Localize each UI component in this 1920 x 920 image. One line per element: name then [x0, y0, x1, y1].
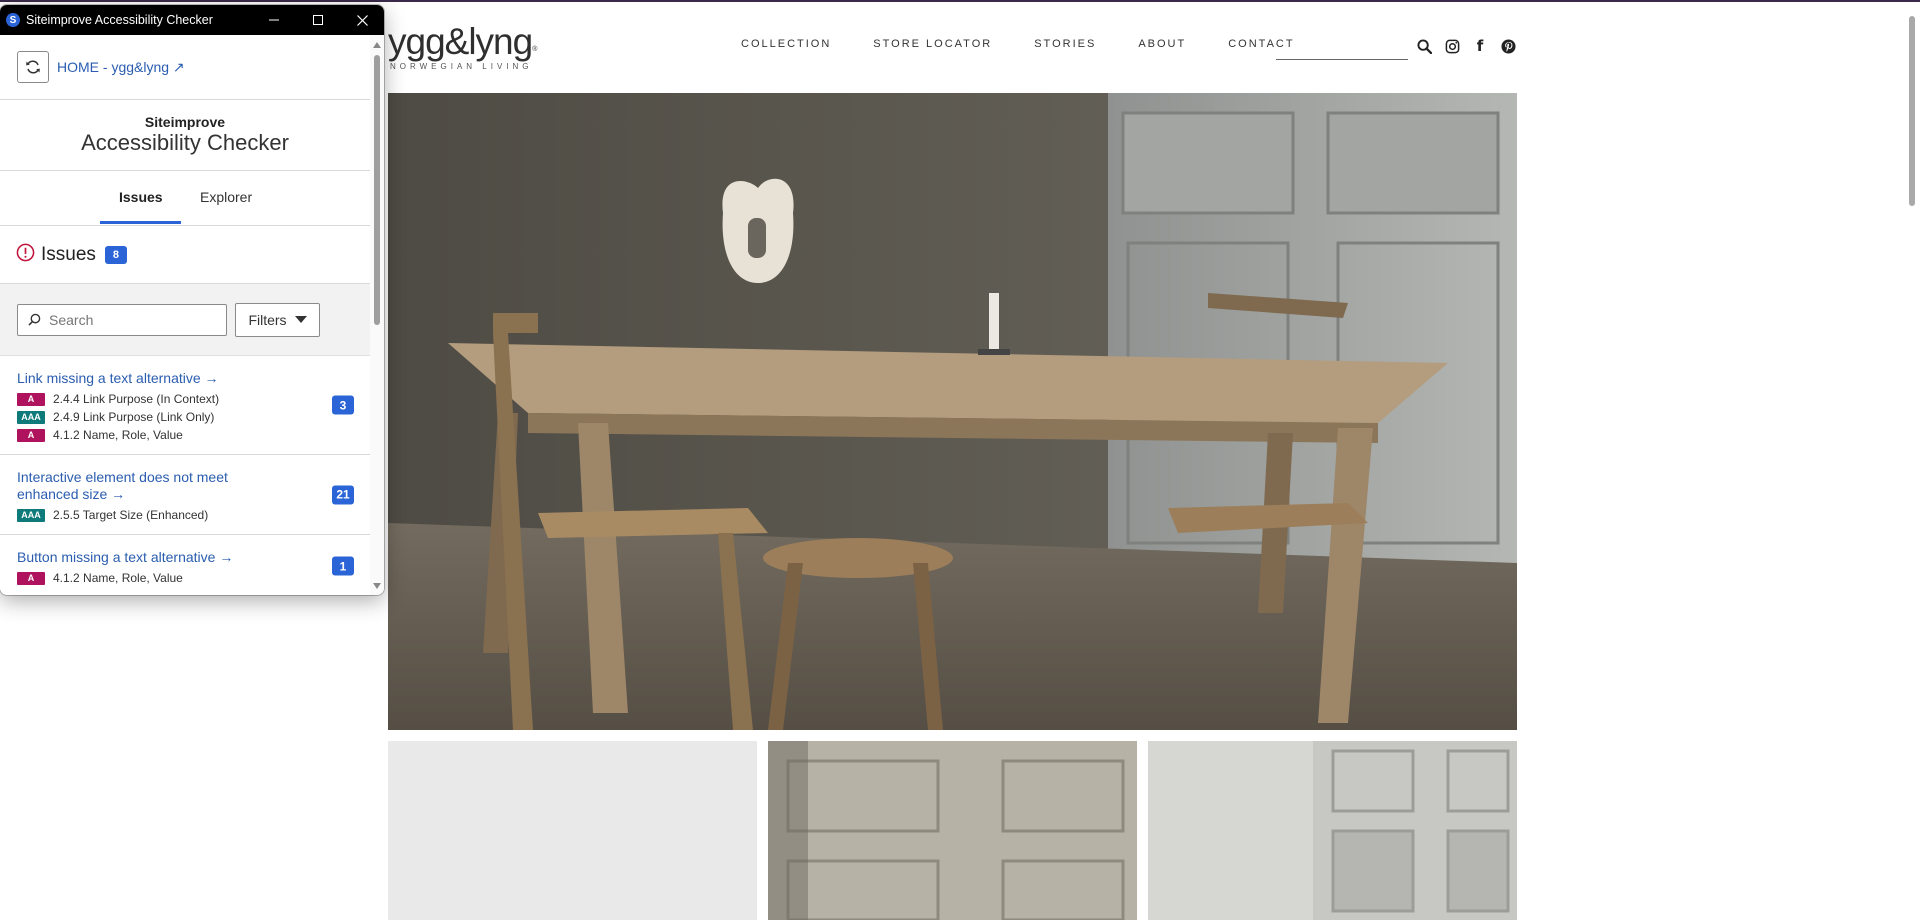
filters-button[interactable]: Filters — [235, 302, 320, 337]
window-title: Siteimprove Accessibility Checker — [26, 13, 213, 27]
search-filter-row: Filters — [0, 284, 370, 356]
panel-scrollbar-thumb[interactable] — [374, 55, 380, 325]
criterion-row: A 2.4.4 Link Purpose (In Context) — [17, 390, 370, 408]
filters-label: Filters — [248, 311, 287, 328]
main-nav: COLLECTION STORE LOCATOR STORIES ABOUT C… — [741, 38, 1337, 56]
level-badge: AAA — [17, 508, 45, 522]
siteimprove-app-icon: S — [6, 13, 20, 27]
issue-count-badge: 1 — [332, 556, 354, 576]
issue-item[interactable]: Interactive element does not meet enhanc… — [0, 455, 370, 535]
tab-issues[interactable]: Issues — [119, 189, 163, 205]
nav-store-locator[interactable]: STORE LOCATOR — [873, 38, 992, 56]
minimize-icon[interactable] — [252, 5, 296, 35]
criterion-row: AAA 2.5.5 Target Size (Enhanced) — [17, 506, 370, 524]
logo-text: ygg&lyng — [388, 21, 533, 62]
issues-header: Issues 8 — [0, 226, 370, 284]
issue-title[interactable]: Interactive element does not meet enhanc… — [17, 469, 267, 503]
accessibility-checker-window: S Siteimprove Accessibility Checker HOME… — [0, 5, 384, 595]
scroll-down-icon[interactable] — [373, 583, 381, 589]
criterion-text: 4.1.2 Name, Role, Value — [53, 571, 183, 585]
gallery-tile-3[interactable] — [1148, 741, 1517, 920]
search-input[interactable] — [47, 310, 221, 329]
criterion-text: 2.4.4 Link Purpose (In Context) — [53, 392, 220, 406]
brand-siteimprove: Siteimprove — [144, 114, 226, 130]
pinterest-icon[interactable] — [1498, 36, 1518, 56]
criterion-row: AAA 2.4.9 Link Purpose (Link Only) — [17, 408, 370, 426]
criterion-text: 2.5.5 Target Size (Enhanced) — [53, 508, 209, 522]
issue-item[interactable]: Button missing a text alternative → A 4.… — [0, 535, 370, 595]
search-box[interactable] — [17, 303, 227, 336]
issues-heading: Issues — [41, 243, 96, 265]
chevron-down-icon — [294, 316, 307, 323]
window-titlebar[interactable]: S Siteimprove Accessibility Checker — [0, 5, 384, 35]
nav-about[interactable]: ABOUT — [1138, 38, 1186, 56]
gallery-tile-2[interactable] — [768, 741, 1137, 920]
close-icon[interactable] — [340, 5, 384, 35]
refresh-icon — [26, 60, 40, 74]
site-icons: f — [1414, 36, 1526, 56]
issue-count-badge: 21 — [332, 485, 354, 504]
tab-explorer[interactable]: Explorer — [200, 189, 252, 205]
facebook-icon[interactable]: f — [1470, 36, 1490, 56]
level-badge: A — [17, 571, 45, 585]
gallery-tile-1[interactable] — [388, 741, 757, 920]
search-icon — [28, 313, 41, 326]
criterion-row: A 4.1.2 Name, Role, Value — [17, 426, 370, 444]
brand-accessibility-checker: Accessibility Checker — [81, 130, 289, 155]
page-scrollbar-thumb[interactable] — [1909, 16, 1915, 206]
site-logo[interactable]: ygg&lyng® NORWEGIAN LIVING — [388, 22, 538, 74]
criterion-row: A 4.1.2 Name, Role, Value — [17, 569, 370, 587]
nav-stories[interactable]: STORIES — [1034, 38, 1096, 56]
hero-image — [388, 93, 1517, 730]
checker-content: HOME - ygg&lyng ↗ Siteimprove Accessibil… — [0, 35, 370, 595]
home-page-link[interactable]: HOME - ygg&lyng ↗ — [57, 59, 185, 76]
checker-brand: Siteimprove Accessibility Checker — [0, 100, 370, 171]
scroll-up-icon[interactable] — [373, 42, 381, 48]
criterion-text: 4.1.2 Name, Role, Value — [53, 428, 183, 442]
active-tab-indicator — [100, 221, 181, 224]
level-badge: A — [17, 428, 45, 442]
criterion-text: 2.4.9 Link Purpose (Link Only) — [53, 410, 215, 424]
issue-item[interactable]: Link missing a text alternative → A 2.4.… — [0, 356, 370, 455]
browser-top-border — [0, 0, 1920, 2]
issue-title[interactable]: Link missing a text alternative → — [17, 370, 267, 387]
page-context-row: HOME - ygg&lyng ↗ — [0, 35, 370, 100]
logo-registered-mark: ® — [532, 46, 537, 53]
search-icon[interactable] — [1414, 36, 1434, 56]
level-badge: AAA — [17, 410, 45, 424]
logo-tagline: NORWEGIAN LIVING — [390, 62, 533, 71]
refresh-button[interactable] — [17, 51, 49, 83]
page-scrollbar[interactable] — [1904, 2, 1920, 920]
level-badge: A — [17, 392, 45, 406]
checker-tabs: Issues Explorer — [0, 171, 370, 226]
issue-title[interactable]: Button missing a text alternative → — [17, 549, 267, 566]
panel-scrollbar[interactable] — [370, 35, 384, 595]
maximize-icon[interactable] — [296, 5, 340, 35]
site-search-input[interactable] — [1276, 40, 1408, 60]
issue-count-badge: 3 — [332, 395, 354, 415]
nav-collection[interactable]: COLLECTION — [741, 38, 831, 56]
instagram-icon[interactable] — [1442, 36, 1462, 56]
issues-count-badge: 8 — [104, 245, 127, 264]
warning-circle-icon — [16, 243, 35, 267]
